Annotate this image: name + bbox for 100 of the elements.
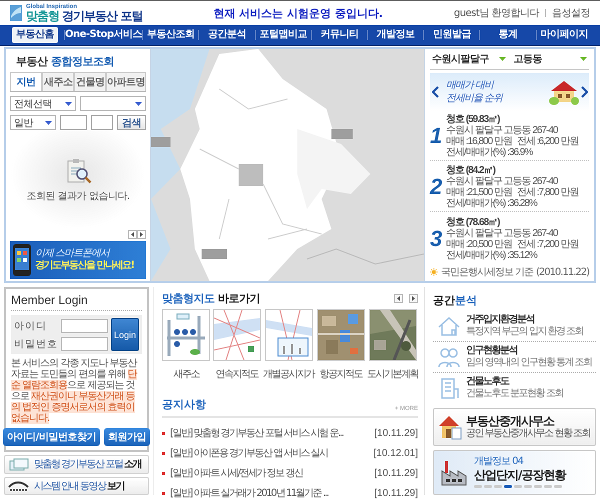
next-button[interactable] — [409, 294, 418, 303]
notice-link[interactable]: [일반] 아파트 실거래가 2010년 11월기준 ... — [170, 486, 370, 500]
video-link[interactable]: 시스템 안내 동영상 보기 — [4, 476, 149, 495]
search-tab[interactable]: 아파트명 — [106, 72, 146, 91]
lease-price: 전세 :7,800 만원 — [516, 187, 578, 198]
date-text: (2010.11.22) — [536, 266, 589, 278]
nav-tab[interactable]: 커뮤니티 — [310, 30, 368, 40]
notice-date: [10.12.01] — [374, 448, 418, 458]
search-button[interactable]: 검색 — [117, 115, 146, 130]
banner-title: 산업단지/공장현황 — [474, 468, 566, 482]
app-banner[interactable]: 이제 스마트폰에서 경기도부동산을 만나세요! — [10, 241, 146, 279]
banner-label: 개발정보 04 — [474, 456, 523, 468]
service-notice: 현재 서비스는 시험운영 중입니다. — [212, 6, 384, 20]
broker-title: 부동산중개사무소 — [466, 414, 554, 428]
prev-button[interactable] — [394, 294, 403, 303]
map-shortcut-link[interactable]: 연속지적도 — [215, 367, 258, 381]
nav-tab[interactable]: 포털맵비교 — [254, 30, 311, 40]
map-shortcut-link[interactable]: 개별공시지가 — [263, 367, 314, 381]
login-button[interactable]: Login — [111, 318, 139, 351]
analysis-link[interactable]: 거주입지환경분석 특정지역 부근의 입지 환경 조회 — [433, 311, 596, 342]
next-button[interactable] — [137, 230, 146, 239]
house-icon — [437, 315, 461, 337]
nav-tab[interactable]: 부동산홈 — [12, 27, 58, 43]
bullet-icon — [162, 432, 165, 434]
search-tab[interactable]: 건물명 — [74, 72, 106, 91]
dev-banner[interactable]: 개발정보 04 산업단지/공장현황 — [433, 450, 596, 495]
id-field[interactable] — [61, 318, 108, 332]
nav-tab[interactable]: 공간분석 — [198, 30, 255, 40]
analysis-description: 건물노후도 분포현황 조회 — [466, 388, 563, 400]
caret-icon — [64, 102, 72, 106]
address-text: 수원시 팔달구 고등동 267-40 — [446, 228, 559, 240]
analysis-title: 인구현황분석 — [466, 345, 518, 357]
input-field[interactable] — [60, 115, 87, 130]
address-text: 수원시 팔달구 고등동 267-40 — [446, 176, 559, 188]
caret-icon — [45, 120, 52, 124]
nav-tab[interactable]: 마이페이지 — [536, 30, 592, 40]
notice-link[interactable]: [일반] 아파트 시세/전세가 정보 갱신 — [170, 466, 370, 480]
map-shortcut-link[interactable]: 도시기본계획 — [367, 367, 418, 381]
people-icon — [437, 346, 461, 368]
banner-text: 전세비율 순위 — [446, 92, 504, 105]
analysis-link[interactable]: 건물노후도 건물노후도 분포현황 조회 — [433, 373, 596, 403]
ratio-text: 전세/매매가(%) :36.28% — [446, 198, 538, 210]
bullet-icon — [162, 472, 165, 474]
find-account-button[interactable]: 아이디/비밀번호찾기 — [3, 428, 100, 446]
section-title: 공간분석 — [433, 293, 478, 308]
slide-indicator[interactable] — [504, 485, 512, 488]
notice-link[interactable]: [일반] 아이폰용 경기부동산 앱 서비스 실시 — [170, 446, 369, 460]
next-button[interactable] — [579, 84, 589, 100]
phone-icon — [12, 243, 32, 277]
caret-icon — [498, 57, 506, 61]
broker-description: 공인 부동산중개사무소 현황 조회 — [466, 428, 590, 440]
apartment-name: 청호 (78.68㎡) — [446, 217, 501, 228]
welcome-text: guest님 환영합니다 — [454, 7, 539, 20]
analysis-link[interactable]: 인구현황분석 임의 영역내의 인구현황 통계 조회 — [433, 342, 596, 373]
notice-date: [10.11.29] — [374, 428, 418, 438]
right-arrow-icon — [140, 232, 143, 237]
prev-button[interactable] — [430, 84, 440, 100]
left-arrow-icon — [397, 296, 400, 301]
intro-link[interactable]: 맞춤형 경기부동산 포털 소개 — [4, 455, 149, 474]
id-label: 아이디 — [14, 320, 48, 332]
ratio-text: 전세/매매가(%) :36.9% — [446, 146, 534, 158]
section-title: 공지사항 — [162, 397, 206, 412]
empty-message: 조회된 결과가 없습니다. — [26, 190, 130, 202]
section-title: 맞춤형지도 바로가기 — [162, 291, 260, 306]
analysis-title: 거주입지환경분석 — [466, 314, 536, 326]
voice-settings-link[interactable]: 음성설정 — [552, 6, 590, 20]
sale-price: 매매 :21,500 만원 — [446, 187, 512, 198]
nav-tab[interactable]: One-Stop서비스 — [64, 30, 142, 40]
district-dropdown[interactable]: 수원시팔달구 — [432, 52, 506, 66]
prev-button[interactable] — [128, 230, 137, 239]
search-tab[interactable]: 새주소 — [42, 72, 74, 91]
password-field[interactable] — [61, 336, 108, 350]
broker-card[interactable]: 부동산중개사무소 공인 부동산중개사무소 현황 조회 — [433, 408, 596, 446]
logo-icon — [8, 3, 24, 23]
subregion-dropdown[interactable] — [80, 96, 146, 111]
cards-icon — [8, 458, 30, 471]
nav-tab[interactable]: 민원발급 — [423, 30, 480, 40]
map-shortcut-link[interactable]: 항공지적도 — [319, 367, 362, 381]
search-tab[interactable]: 지번 — [10, 72, 42, 91]
ratio-text: 전세/매매가(%) :35.12% — [446, 250, 538, 262]
nav-tab[interactable]: 부동산조회 — [142, 30, 198, 40]
sale-price: 매매 :20,500 만원 — [446, 239, 512, 250]
map-shortcut-link[interactable]: 새주소 — [173, 367, 199, 381]
lease-price: 전세 :7,200 만원 — [516, 239, 578, 250]
nav-tab[interactable]: 개발정보 — [367, 30, 424, 40]
apartment-name: 청호 (84.2㎡) — [446, 165, 496, 176]
disclaimer-text: 본 서비스의 각종 지도나 부동산자료는 도민들의 편의를 위해 단순 열람조회용으로 제공되는 것으로 재산권이나 부동산거래 등의 법적인 증명서로서의 효력이 없습니다. — [11, 358, 138, 424]
bullet-icon — [162, 492, 165, 494]
caret-icon — [580, 57, 587, 61]
nav-tab[interactable]: 통계 — [479, 30, 536, 40]
bullet-icon — [162, 452, 165, 454]
region-dropdown[interactable]: 전체선택 — [10, 96, 76, 111]
login-title: Member Login — [11, 293, 142, 311]
notice-link[interactable]: [일반] 맞춤형 경기부동산 포털 서비스 시험 운... — [170, 426, 370, 440]
lease-price: 전세 :6,200 만원 — [516, 136, 578, 147]
panel-title: 부동산 종합정보조회 — [15, 54, 115, 70]
type-dropdown[interactable]: 일반 — [10, 115, 56, 130]
dong-dropdown[interactable]: 고등동 — [514, 52, 587, 66]
join-button[interactable]: 회원가입 — [104, 428, 150, 446]
input-field[interactable] — [91, 115, 113, 130]
